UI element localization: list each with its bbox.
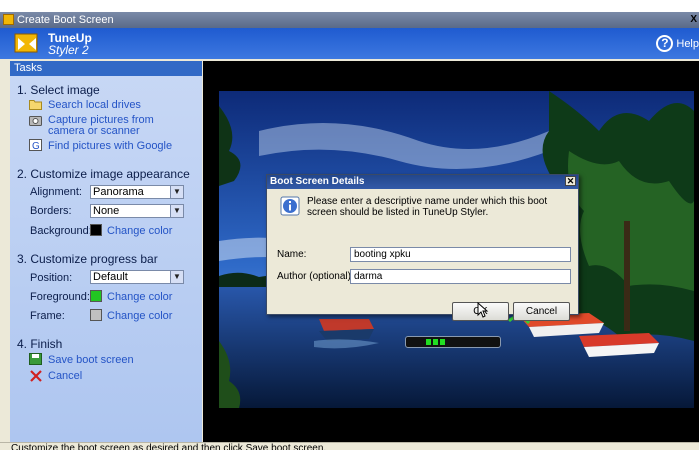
section-select-image: 1. Select image bbox=[17, 83, 100, 97]
background-label: Background: bbox=[30, 225, 92, 237]
section-customize-progress: 3. Customize progress bar bbox=[17, 252, 158, 266]
status-bar: Customize the boot screen as desired and… bbox=[0, 442, 699, 450]
frame-change-color-link[interactable]: Change color bbox=[107, 310, 172, 322]
background-change-color-link[interactable]: Change color bbox=[107, 225, 172, 237]
chevron-down-icon: ▼ bbox=[170, 186, 183, 198]
position-value: Default bbox=[93, 271, 128, 283]
cancel-x-icon bbox=[30, 370, 42, 382]
position-label: Position: bbox=[30, 272, 73, 284]
author-input[interactable]: darma bbox=[350, 269, 571, 284]
tasks-sidebar: Tasks 1. Select image Search local drive… bbox=[10, 61, 202, 443]
author-label: Author (optional): bbox=[277, 271, 354, 282]
background-color-swatch[interactable] bbox=[90, 224, 102, 236]
help-icon: ? bbox=[656, 35, 674, 52]
app-icon bbox=[3, 14, 14, 25]
progress-block bbox=[426, 339, 431, 345]
alignment-value: Panorama bbox=[93, 186, 144, 198]
mouse-cursor-icon bbox=[477, 302, 489, 318]
progress-block bbox=[433, 339, 438, 345]
tuneup-logo-icon bbox=[14, 33, 38, 53]
dialog-title-bar: Boot Screen Details ✕ bbox=[267, 175, 578, 189]
name-label: Name: bbox=[277, 249, 307, 260]
chevron-down-icon: ▼ bbox=[170, 271, 183, 283]
capture-pictures-link[interactable]: Capture pictures from camera or scanner bbox=[48, 115, 188, 137]
camera-icon bbox=[29, 116, 42, 126]
cancel-link[interactable]: Cancel bbox=[48, 370, 82, 382]
foreground-label: Foreground: bbox=[30, 291, 90, 303]
tasks-header: Tasks bbox=[10, 61, 202, 76]
save-icon bbox=[29, 353, 42, 365]
position-select[interactable]: Default ▼ bbox=[90, 270, 184, 284]
borders-value: None bbox=[93, 205, 120, 217]
brand-product: Styler 2 bbox=[48, 43, 89, 57]
save-boot-screen-link[interactable]: Save boot screen bbox=[48, 354, 134, 366]
chevron-down-icon: ▼ bbox=[170, 205, 183, 217]
app-window: Create Boot Screen X TuneUp Styler 2 ? H… bbox=[0, 12, 699, 450]
borders-label: Borders: bbox=[30, 205, 72, 217]
app-header: TuneUp Styler 2 ? Help bbox=[0, 28, 699, 59]
frame-label: Frame: bbox=[30, 310, 65, 322]
section-customize-image: 2. Customize image appearance bbox=[17, 167, 190, 181]
dialog-message: Please enter a descriptive name under wh… bbox=[307, 196, 548, 218]
google-icon: G bbox=[29, 139, 42, 151]
foreground-change-color-link[interactable]: Change color bbox=[107, 291, 172, 303]
frame-color-swatch[interactable] bbox=[90, 309, 102, 321]
progress-block bbox=[440, 339, 445, 345]
boot-screen-details-dialog: Boot Screen Details ✕ Please enter a des… bbox=[266, 174, 579, 321]
dialog-cancel-button[interactable]: Cancel bbox=[513, 302, 570, 321]
alignment-select[interactable]: Panorama ▼ bbox=[90, 185, 184, 199]
find-pictures-google-link[interactable]: Find pictures with Google bbox=[48, 140, 172, 152]
help-button[interactable]: ? Help bbox=[656, 35, 699, 52]
borders-select[interactable]: None ▼ bbox=[90, 204, 184, 218]
search-local-drives-link[interactable]: Search local drives bbox=[48, 99, 141, 111]
folder-icon bbox=[29, 100, 42, 110]
window-title: Create Boot Screen bbox=[17, 14, 114, 26]
progress-bar-preview bbox=[405, 336, 501, 348]
section-finish: 4. Finish bbox=[17, 337, 63, 351]
svg-text:G: G bbox=[32, 141, 40, 151]
dialog-title: Boot Screen Details bbox=[270, 176, 365, 187]
info-icon bbox=[280, 196, 300, 216]
alignment-label: Alignment: bbox=[30, 186, 82, 198]
close-icon[interactable]: ✕ bbox=[565, 176, 576, 186]
title-bar: Create Boot Screen X bbox=[0, 12, 699, 28]
name-input[interactable]: booting xpku bbox=[350, 247, 571, 262]
help-label: Help bbox=[676, 37, 699, 50]
close-window-button[interactable]: X bbox=[690, 14, 697, 26]
foreground-color-swatch[interactable] bbox=[90, 290, 102, 302]
